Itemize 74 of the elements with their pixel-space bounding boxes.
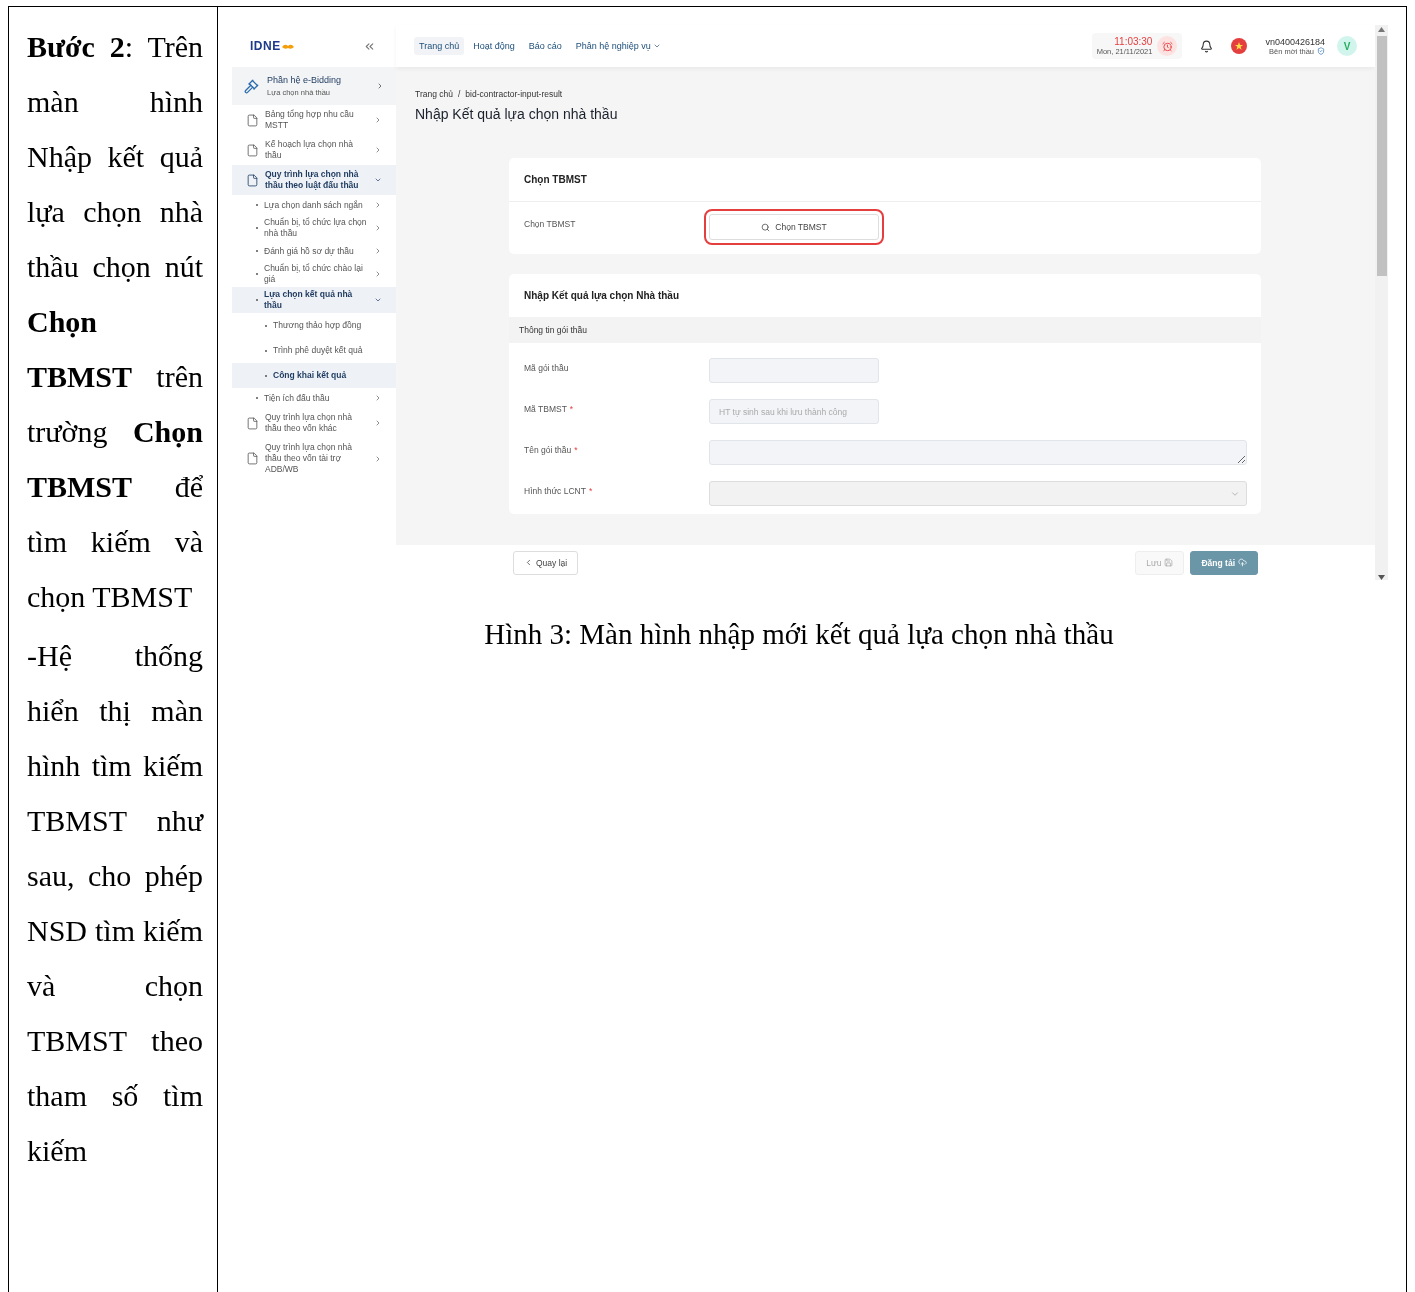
- chevron-right-icon: [374, 201, 382, 209]
- input-field[interactable]: HT tự sinh sau khi lưu thành công: [709, 399, 879, 424]
- chevron-right-icon: [374, 394, 382, 402]
- page-title: Nhập Kết quả lựa chọn nhà thầu: [415, 106, 619, 122]
- chevron-right-icon: [376, 82, 384, 90]
- nav-tab[interactable]: Hoạt động: [468, 37, 520, 55]
- search-icon: [761, 222, 771, 232]
- document-icon: [246, 452, 259, 465]
- upload-cloud-icon: [1238, 558, 1247, 567]
- field-label: Hình thức LCNT *: [524, 485, 594, 496]
- notification-bell-icon[interactable]: [1200, 39, 1214, 53]
- logo: IDNE: [250, 39, 294, 53]
- username: vn0400426184: [1265, 36, 1325, 47]
- document-icon: [246, 143, 259, 157]
- sidebar-item[interactable]: Công khai kết quả: [232, 363, 396, 388]
- sidebar-item[interactable]: Quy trình lựa chọn nhà thầu theo luật đấu thầu: [232, 165, 396, 195]
- field-label: Mã gói thầu: [524, 362, 570, 373]
- sidebar-item[interactable]: Đánh giá hồ sơ dự thầu: [232, 241, 396, 261]
- sidebar-item[interactable]: Bảng tổng hợp nhu cầu MSTT: [232, 105, 396, 135]
- breadcrumb-link[interactable]: Trang chủ: [415, 89, 453, 99]
- sidebar-item[interactable]: Lựa chọn danh sách ngắn: [232, 195, 396, 215]
- sidebar-item[interactable]: Thương thảo hợp đồng: [232, 313, 396, 338]
- input-field[interactable]: [709, 358, 879, 383]
- breadcrumb-link[interactable]: bid-contractor-input-result: [465, 89, 563, 99]
- nav-tab[interactable]: Phân hệ nghiệp vụ: [570, 37, 666, 55]
- scroll-up-icon[interactable]: [1378, 27, 1385, 32]
- chevron-down-icon: [374, 176, 382, 184]
- required-mark: *: [588, 486, 593, 496]
- figure-caption: Hình 3: Màn hình nhập mới kết quả lựa chọn nhà thầu: [483, 618, 1115, 651]
- sidebar-item[interactable]: Chuẩn bị, tổ chức lựa chọn nhà thầu: [232, 215, 396, 241]
- document-icon: [246, 173, 259, 187]
- section-header: Thông tin gói thầu: [509, 317, 1261, 343]
- document-icon: [246, 416, 259, 430]
- textarea-field[interactable]: [709, 440, 1247, 465]
- sidebar-item[interactable]: Trình phê duyệt kết quả: [232, 338, 396, 363]
- breadcrumb-separator: /: [457, 89, 461, 99]
- gavel-icon: [244, 78, 259, 94]
- shield-check-icon: [1317, 47, 1325, 55]
- module-title: Phần hệ e-Bidding: [267, 75, 343, 85]
- select-field[interactable]: [709, 481, 1247, 506]
- sidebar-item[interactable]: Lựa chọn kết quả nhà thầu: [232, 287, 396, 313]
- sidebar-item[interactable]: Chuẩn bị, tổ chức chào lại giá: [232, 261, 396, 287]
- alarm-clock-icon[interactable]: [1157, 36, 1178, 56]
- save-icon: [1164, 558, 1174, 567]
- required-mark: *: [574, 445, 578, 455]
- back-button[interactable]: Quay lại: [513, 550, 579, 575]
- clock-time: 11:03:30: [1113, 36, 1153, 47]
- card-title: Nhập Kết quả lựa chọn Nhà thầu: [523, 289, 681, 304]
- chevron-right-icon: [374, 419, 382, 427]
- sidebar-item[interactable]: Tiện ích đấu thầu: [232, 388, 396, 408]
- chevron-right-icon: [374, 247, 382, 255]
- chevron-right-icon: [374, 116, 382, 124]
- field-label: Tên gói thầu *: [524, 444, 579, 455]
- scrollbar[interactable]: [1375, 25, 1388, 580]
- instruction-paragraph: Bước 2: Trên màn hình Nhập kết quả lựa chọn nhà thầu chọn nút Chọn TBMST trên trường Chọn TBMST để tìm kiếm và chọn TBMST: [27, 29, 203, 615]
- chevron-left-icon: [524, 558, 533, 567]
- instruction-paragraph: -Hệ thống hiển thị màn hình tìm kiếm TBMST như sau, cho phép NSD tìm kiếm và chọn TBMST theo tham số tìm kiếm: [27, 638, 203, 1169]
- document-icon: [246, 113, 259, 127]
- card-title: Chọn TBMST: [509, 158, 1261, 202]
- nav-tab[interactable]: Trang chủ: [414, 37, 465, 55]
- field-label: Chọn TBMST: [524, 218, 577, 229]
- sidebar-item[interactable]: Kế hoạch lựa chọn nhà thầu: [232, 135, 396, 165]
- chevron-right-icon: [374, 224, 382, 232]
- field-label: Mã TBMST *: [524, 403, 575, 414]
- chevron-down-icon: [374, 296, 382, 304]
- scroll-down-icon[interactable]: [1378, 575, 1385, 580]
- nav-tab[interactable]: Báo cáo: [523, 37, 567, 55]
- sidebar-item[interactable]: Quy trình lựa chọn nhà thầu theo vốn tài trợ ADB/WB: [232, 438, 396, 479]
- chevron-right-icon: [374, 454, 382, 463]
- sidebar-item[interactable]: Quy trình lựa chọn nhà thầu theo vốn khác: [232, 408, 396, 438]
- required-mark: *: [569, 404, 574, 414]
- chevron-right-icon: [374, 270, 382, 278]
- chevron-right-icon: [374, 146, 382, 154]
- flag-icon[interactable]: [1231, 38, 1248, 54]
